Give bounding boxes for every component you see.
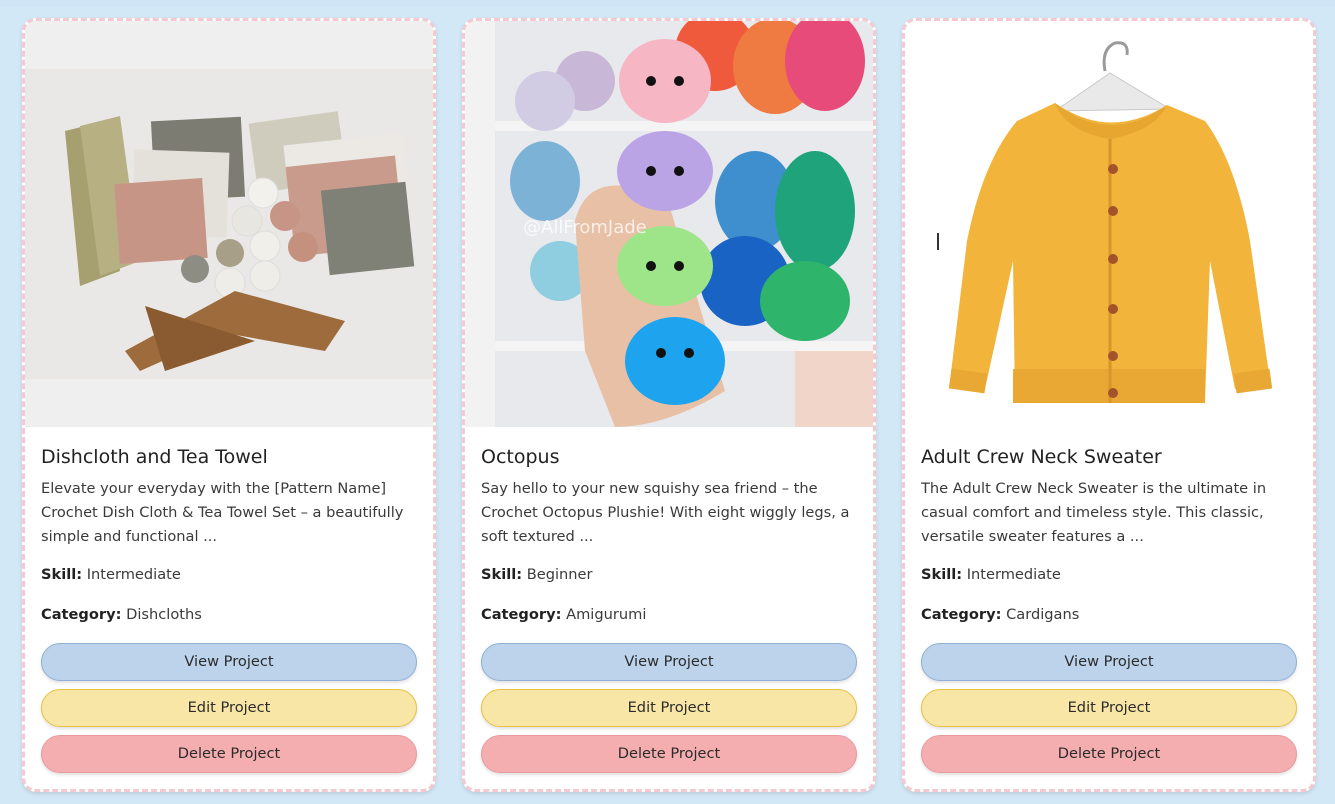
project-image-octopus: @AllFromJade: [465, 21, 873, 427]
project-card: Adult Crew Neck Sweater The Adult Crew N…: [902, 18, 1316, 792]
skill-value: Beginner: [526, 566, 593, 583]
project-skill: Skill: Beginner: [481, 565, 857, 585]
project-card: @AllFromJade Octopus Say hello to your n…: [462, 18, 876, 792]
project-category: Category: Amigurumi: [481, 605, 857, 625]
image-watermark: @AllFromJade: [523, 217, 647, 238]
project-image-dishcloth: [25, 21, 433, 427]
project-skill: Skill: Intermediate: [41, 565, 417, 585]
skill-label: Skill:: [481, 566, 523, 583]
view-project-button[interactable]: View Project: [41, 643, 417, 681]
delete-project-button[interactable]: Delete Project: [481, 735, 857, 773]
project-category: Category: Cardigans: [921, 605, 1297, 625]
category-value: Dishcloths: [126, 606, 202, 623]
skill-value: Intermediate: [966, 566, 1061, 583]
view-project-button[interactable]: View Project: [921, 643, 1297, 681]
project-title: Adult Crew Neck Sweater: [921, 446, 1162, 468]
edit-project-button[interactable]: Edit Project: [481, 689, 857, 727]
skill-label: Skill:: [921, 566, 963, 583]
project-title: Dishcloth and Tea Towel: [41, 446, 268, 468]
skill-label: Skill:: [41, 566, 83, 583]
project-card-grid: Dishcloth and Tea Towel Elevate your eve…: [22, 18, 1316, 792]
delete-project-button[interactable]: Delete Project: [921, 735, 1297, 773]
project-category: Category: Dishcloths: [41, 605, 417, 625]
project-description: Elevate your everyday with the [Pattern …: [41, 480, 404, 545]
skill-value: Intermediate: [86, 566, 181, 583]
project-skill: Skill: Intermediate: [921, 565, 1297, 585]
category-label: Category:: [481, 606, 562, 623]
project-card: Dishcloth and Tea Towel Elevate your eve…: [22, 18, 436, 792]
view-project-button[interactable]: View Project: [481, 643, 857, 681]
edit-project-button[interactable]: Edit Project: [921, 689, 1297, 727]
text-cursor: [937, 233, 939, 250]
category-label: Category:: [921, 606, 1002, 623]
project-image-sweater: [905, 21, 1313, 427]
top-strip: [0, 0, 1335, 6]
category-value: Cardigans: [1006, 606, 1080, 623]
delete-project-button[interactable]: Delete Project: [41, 735, 417, 773]
edit-project-button[interactable]: Edit Project: [41, 689, 417, 727]
category-label: Category:: [41, 606, 122, 623]
project-title: Octopus: [481, 446, 560, 468]
project-description: Say hello to your new squishy sea friend…: [481, 480, 850, 545]
project-description: The Adult Crew Neck Sweater is the ultim…: [921, 480, 1267, 545]
category-value: Amigurumi: [566, 606, 647, 623]
